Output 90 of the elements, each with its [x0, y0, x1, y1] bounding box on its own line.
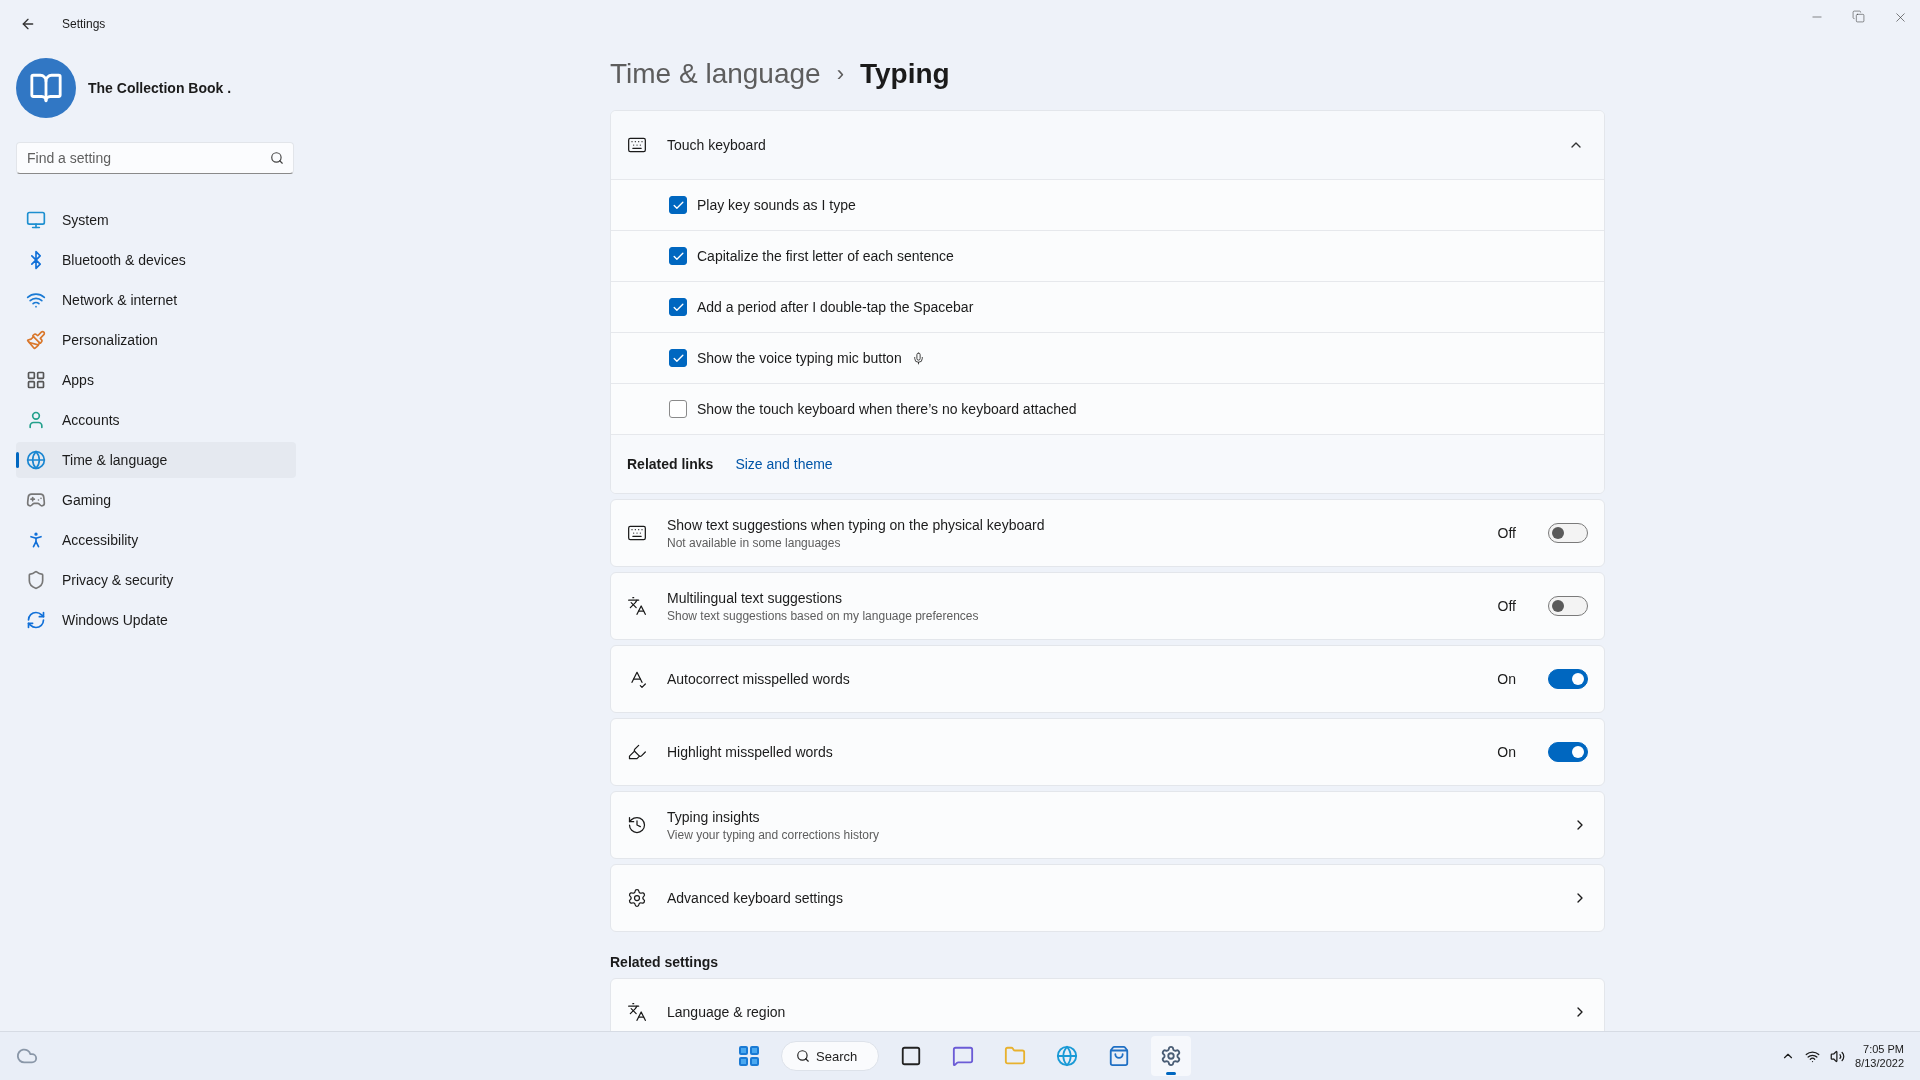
- breadcrumb-separator: ›: [836, 61, 844, 87]
- checkbox[interactable]: [669, 349, 687, 367]
- option-label: Show the voice typing mic button: [697, 350, 902, 366]
- setting-title: Multilingual text suggestions: [667, 589, 844, 606]
- volume-icon[interactable]: [1830, 1048, 1846, 1064]
- restore-icon: [1852, 10, 1865, 23]
- keyboard-icon: [627, 523, 647, 543]
- section-heading: Related settings: [610, 954, 720, 970]
- update-icon: [26, 610, 46, 630]
- apps-icon: [26, 370, 46, 390]
- gamepad-icon: [26, 490, 46, 510]
- toggle-switch[interactable]: [1548, 523, 1588, 543]
- history-icon: [627, 815, 647, 835]
- toggle-state: On: [1497, 671, 1516, 687]
- setting-title: Highlight misspelled words: [667, 744, 834, 760]
- search-icon: [270, 151, 284, 165]
- folder-icon: [1004, 1045, 1026, 1067]
- window-title: Settings: [62, 17, 106, 31]
- language-icon: [627, 1002, 647, 1022]
- person-icon: [26, 410, 46, 430]
- nav-item[interactable]: Bluetooth & devices: [16, 242, 296, 278]
- clock-date[interactable]: 8/13/2022: [1855, 1056, 1904, 1071]
- close-icon: [1893, 10, 1908, 25]
- toggle-state: On: [1497, 744, 1516, 760]
- checkbox[interactable]: [669, 298, 687, 316]
- breadcrumb-parent[interactable]: Time & language: [610, 58, 821, 90]
- taskbar-app[interactable]: [1151, 1036, 1191, 1076]
- store-icon: [1108, 1045, 1130, 1067]
- setting-card[interactable]: Multilingual text suggestions Show text suggestions based on my language preferences Off: [610, 572, 1605, 640]
- related-links-label: Related links: [627, 456, 714, 472]
- nav-item[interactable]: Personalization: [16, 322, 296, 358]
- toggle-switch[interactable]: [1548, 669, 1588, 689]
- highlighter-icon: [627, 742, 647, 762]
- option-label: Add a period after I double-tap the Spacebar: [697, 299, 974, 315]
- nav-item[interactable]: Windows Update: [16, 602, 296, 638]
- nav-item[interactable]: System: [16, 202, 296, 238]
- option-label: Play key sounds as I type: [697, 197, 856, 213]
- settings-icon: [1160, 1045, 1182, 1067]
- toggle-switch[interactable]: [1548, 742, 1588, 762]
- shield-icon: [26, 570, 46, 590]
- setting-title: Autocorrect misspelled words: [667, 671, 851, 687]
- setting-title: Advanced keyboard settings: [667, 890, 844, 906]
- avatar-icon: [16, 58, 76, 118]
- setting-description: View your typing and corrections history: [667, 827, 880, 842]
- clock-time[interactable]: 7:05 PM: [1863, 1041, 1904, 1056]
- chat-icon: [952, 1045, 974, 1067]
- search-icon: [796, 1049, 810, 1063]
- nav-item[interactable]: Privacy & security: [16, 562, 296, 598]
- settings-icon: [627, 888, 647, 908]
- window-icon: [900, 1045, 922, 1067]
- setting-card[interactable]: Advanced keyboard settings: [610, 864, 1605, 932]
- search-field[interactable]: Find a setting: [16, 142, 294, 174]
- taskbar-search[interactable]: Search: [781, 1041, 879, 1071]
- setting-card[interactable]: Typing insights View your typing and corrections history: [610, 791, 1605, 859]
- section-title: Touch keyboard: [667, 137, 767, 153]
- setting-card[interactable]: Language & region: [610, 978, 1605, 1031]
- page-title: Typing: [860, 58, 950, 90]
- paintbrush-icon: [26, 330, 46, 350]
- wifi-icon[interactable]: [1805, 1048, 1821, 1064]
- user-name: The Collection Book .: [88, 80, 232, 96]
- checkbox[interactable]: [669, 400, 687, 418]
- monitor-icon: [26, 210, 46, 230]
- nav-item[interactable]: Time & language: [16, 442, 296, 478]
- start-icon: [737, 1044, 761, 1068]
- microphone-icon: [911, 351, 925, 365]
- keyboard-icon: [627, 135, 647, 155]
- toggle-state: Off: [1497, 598, 1516, 614]
- setting-title: Typing insights: [667, 808, 761, 825]
- wifi-icon: [26, 290, 46, 310]
- setting-description: Show text suggestions based on my language preferences: [667, 608, 980, 623]
- nav-item[interactable]: Gaming: [16, 482, 296, 518]
- setting-card[interactable]: Show text suggestions when typing on the physical keyboard Not available in some languages Off: [610, 499, 1605, 567]
- setting-description: Not available in some languages: [667, 535, 842, 550]
- language-icon: [627, 596, 647, 616]
- nav-item[interactable]: Apps: [16, 362, 296, 398]
- browser-icon: [1056, 1045, 1078, 1067]
- setting-title: Language & region: [667, 1004, 787, 1020]
- size-and-theme-link[interactable]: Size and theme: [735, 456, 833, 472]
- setting-card[interactable]: Autocorrect misspelled words On: [610, 645, 1605, 713]
- toggle-switch[interactable]: [1548, 596, 1588, 616]
- setting-card[interactable]: Highlight misspelled words On: [610, 718, 1605, 786]
- checkbox[interactable]: [669, 247, 687, 265]
- option-label: Show the touch keyboard when there’s no keyboard attached: [697, 401, 1077, 417]
- nav-item[interactable]: Accounts: [16, 402, 296, 438]
- nav-item[interactable]: Accessibility: [16, 522, 296, 558]
- nav-item[interactable]: Network & internet: [16, 282, 296, 318]
- checkbox[interactable]: [669, 196, 687, 214]
- option-label: Capitalize the first letter of each sentence: [697, 248, 954, 264]
- setting-title: Show text suggestions when typing on the physical keyboard: [667, 516, 1046, 533]
- toggle-state: Off: [1497, 525, 1516, 541]
